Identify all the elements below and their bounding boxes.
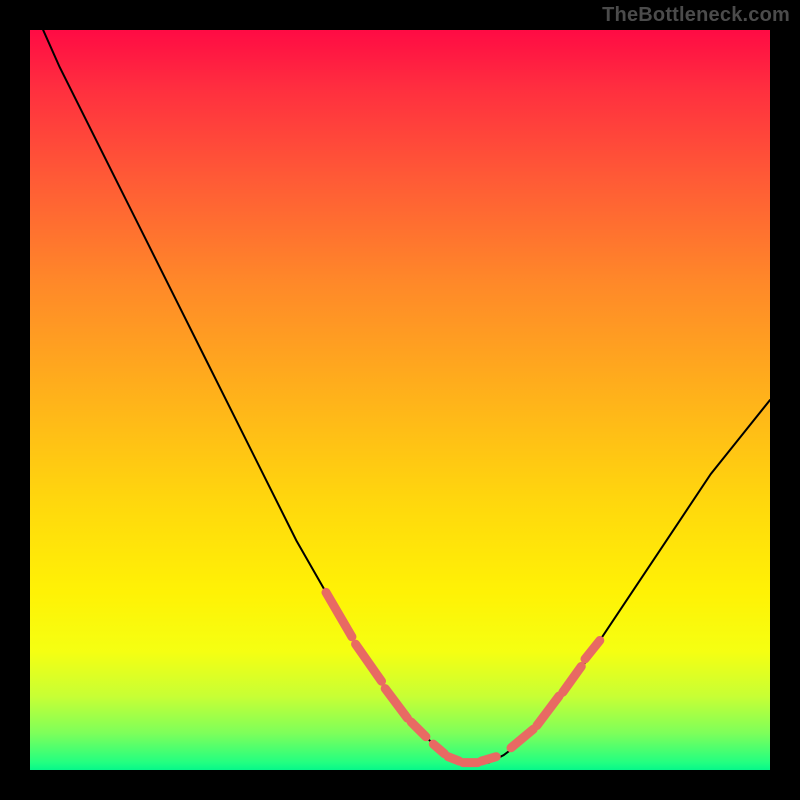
- watermark-text: TheBottleneck.com: [602, 4, 790, 27]
- highlight-dash: [326, 592, 352, 636]
- highlight-segments: [326, 592, 600, 762]
- plot-area: [30, 30, 770, 770]
- highlight-dash: [511, 729, 533, 748]
- highlight-dash: [448, 757, 459, 761]
- highlight-dash: [537, 696, 559, 726]
- highlight-dash: [563, 666, 582, 692]
- highlight-dash: [433, 744, 444, 754]
- highlight-dash: [411, 722, 426, 737]
- highlight-dash: [385, 689, 407, 719]
- chart-frame: TheBottleneck.com: [0, 0, 800, 800]
- curve-layer: [30, 30, 770, 770]
- highlight-dash: [585, 641, 600, 660]
- highlight-dash: [481, 757, 496, 761]
- bottleneck-curve: [30, 30, 770, 763]
- highlight-dash: [356, 644, 382, 681]
